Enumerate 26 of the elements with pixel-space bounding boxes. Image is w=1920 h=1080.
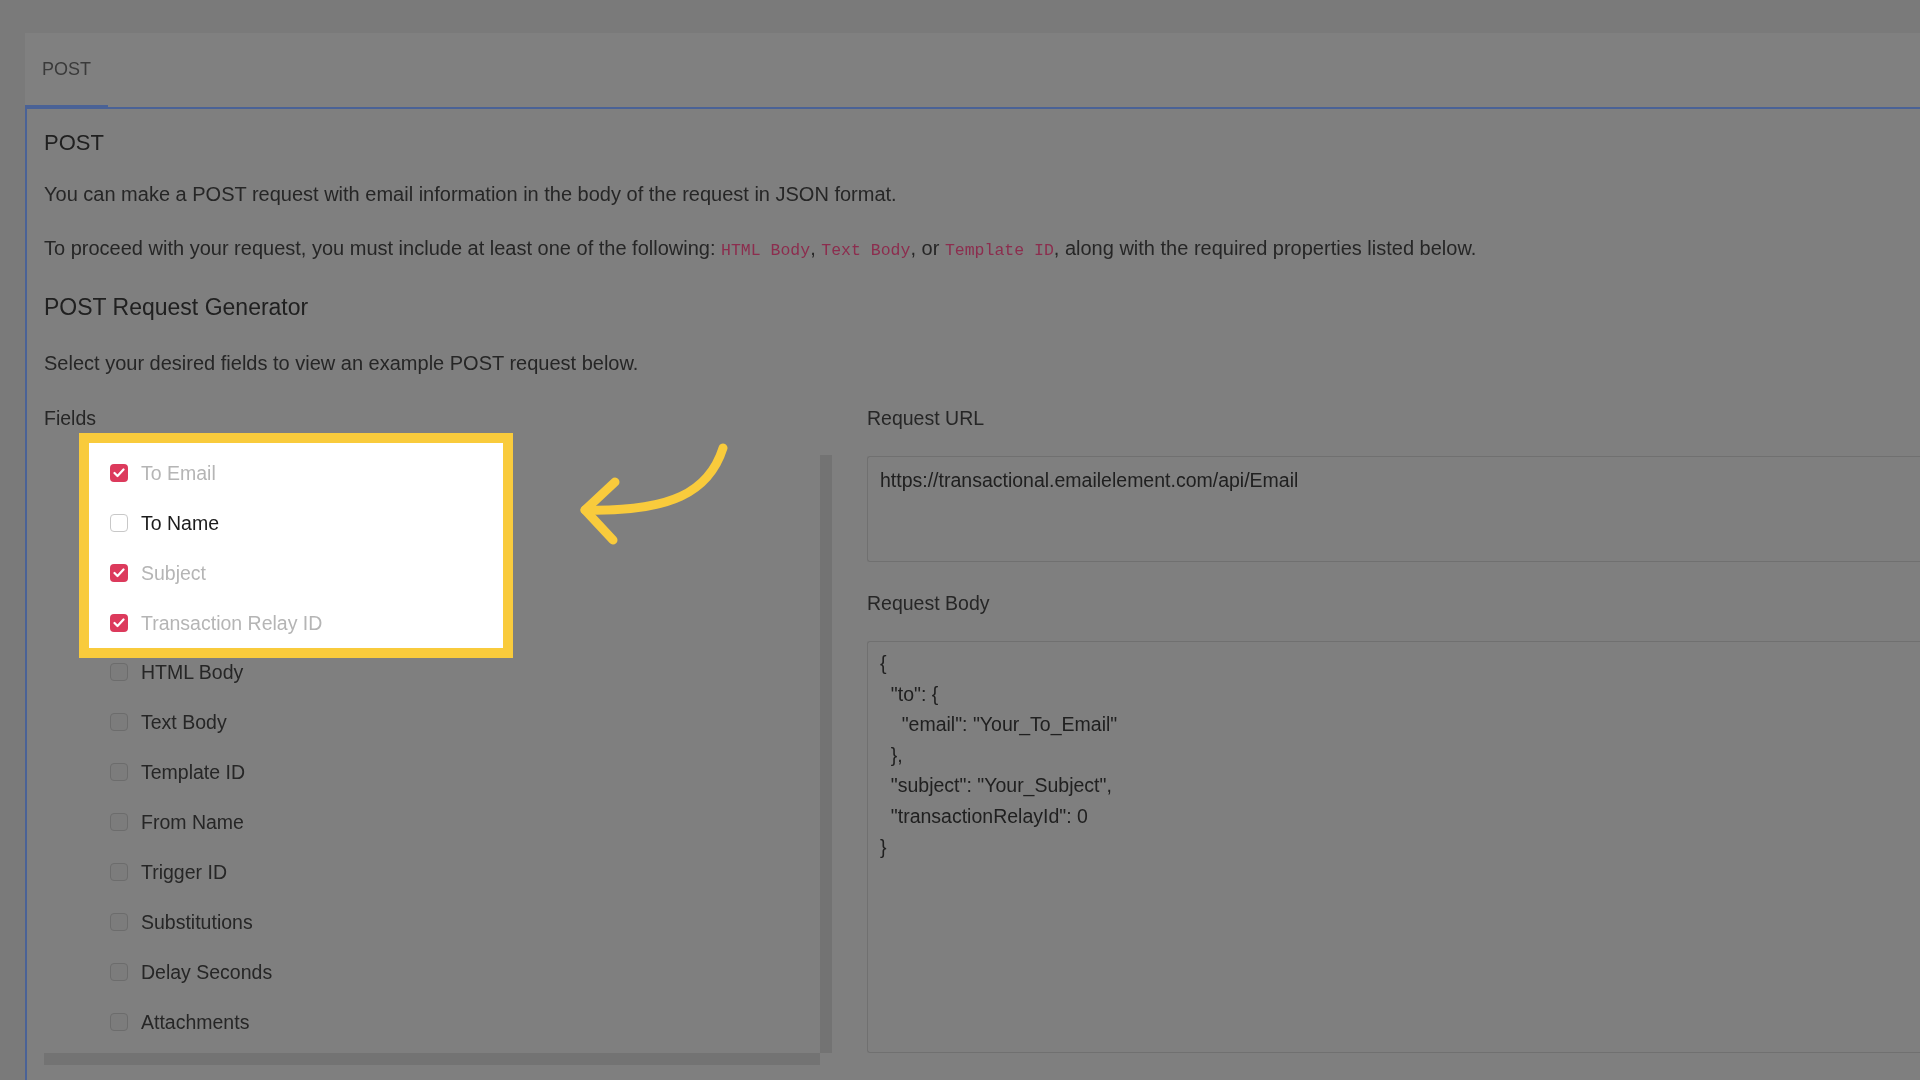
url-label: Request URL [867,406,986,431]
checkbox-label: Transaction Relay ID [141,611,323,635]
checkbox-label: Attachments [141,1010,250,1034]
fields-label: Fields [44,406,98,431]
checkbox-label: HTML Body [141,660,244,684]
body-label: Request Body [867,591,991,616]
checkbox-label: Delay Seconds [141,960,273,984]
checkbox-label: Substitutions [141,910,253,934]
checkbox[interactable] [110,564,128,582]
section-heading: POST Request Generator [44,293,310,321]
checkbox-label: Template ID [141,760,246,784]
checkbox[interactable] [110,614,128,632]
checkbox-label: To Email [141,461,216,485]
request-body-field[interactable]: { "to": { "email": "Your_To_Email" }, "subject": "Your_Subject", "transactionRelayId": 0 } [867,641,1920,1053]
checkbox-label: To Name [141,511,220,535]
checkbox[interactable] [110,464,128,482]
checkbox-label: From Name [141,810,244,834]
requirement-text: To proceed with your request, you must include at least one of the following: HTML Body, Text Body, or Template ID, along with the required properties listed below. [44,236,1478,262]
checkbox[interactable] [110,514,128,532]
url-field[interactable]: https://transactional.emailelement.com/api/Email [867,456,1920,562]
hint-text: Select your desired fields to view an example POST request below. [44,351,640,376]
checkbox-label: Trigger ID [141,860,227,884]
checkbox-label: Subject [141,561,207,585]
checkbox-label: Text Body [141,710,227,734]
intro-text: You can make a POST request with email information in the body of the request in JSON format. [44,182,898,207]
section-title: POST [44,130,105,156]
